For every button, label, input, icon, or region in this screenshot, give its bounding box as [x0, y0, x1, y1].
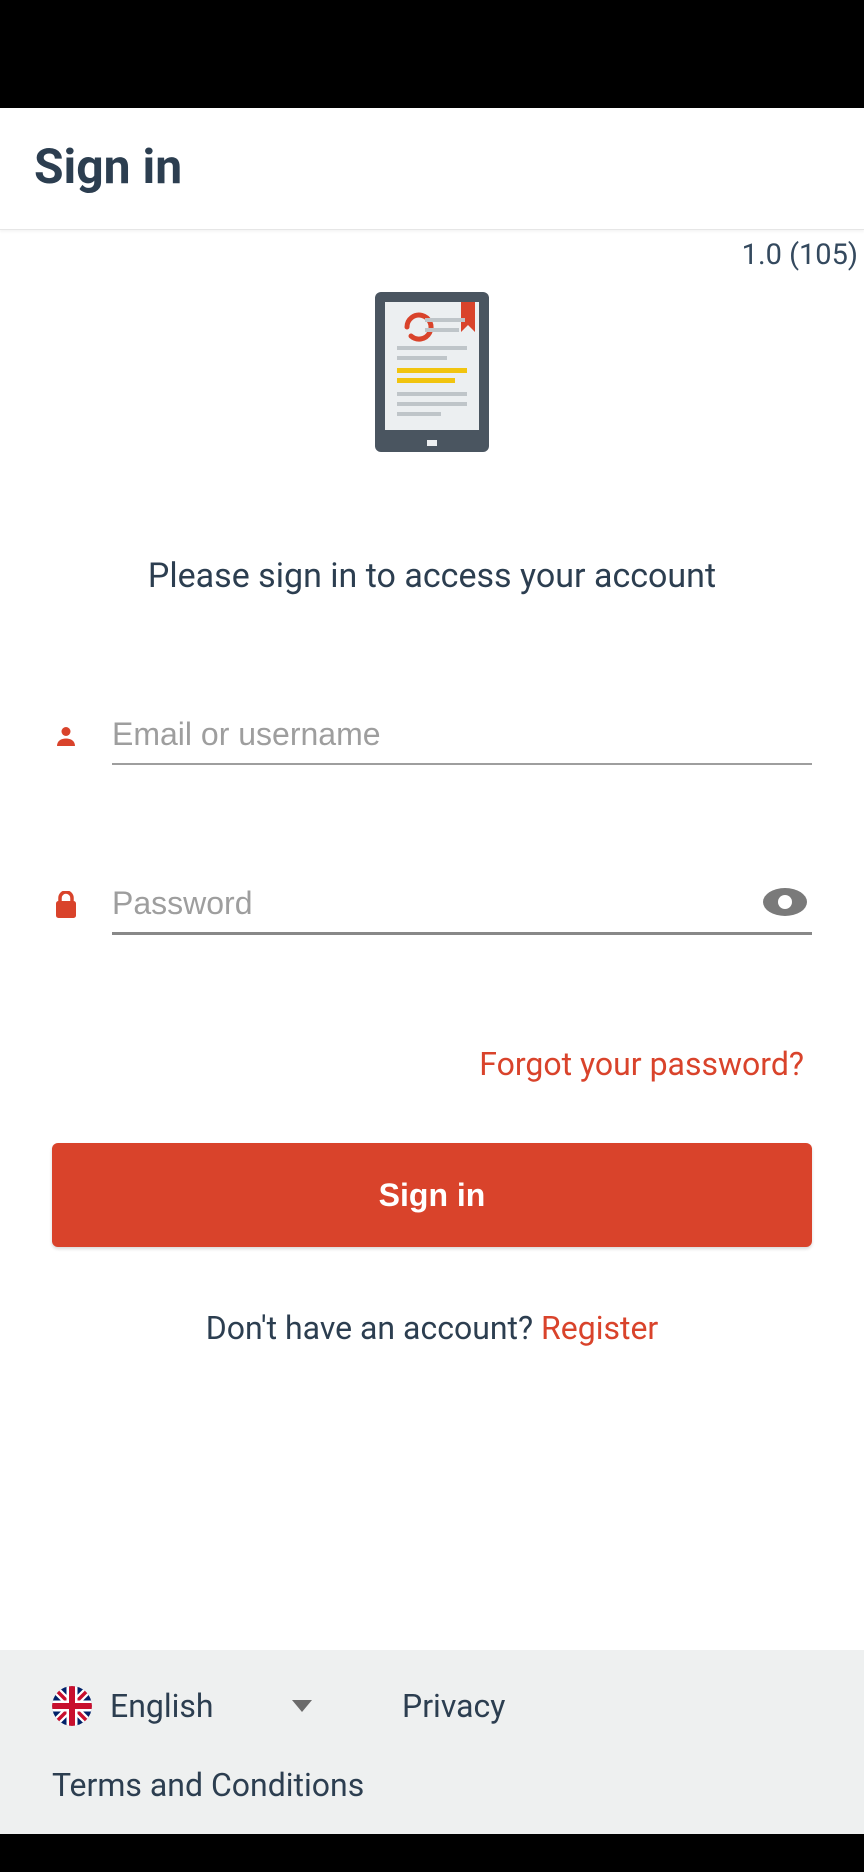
forgot-password-link[interactable]: Forgot your password? [479, 1045, 804, 1083]
app-window: Sign in 1.0 (105) [0, 108, 864, 1834]
language-label: English [110, 1687, 274, 1725]
password-input-wrapper [112, 875, 812, 935]
email-input[interactable] [112, 706, 812, 763]
eye-icon [762, 905, 808, 920]
register-prefix: Don't have an account? [206, 1309, 541, 1347]
email-field-row [52, 706, 812, 765]
form-fields: Forgot your password? Sign in Don't have… [52, 706, 812, 1347]
forgot-password-row: Forgot your password? [52, 1045, 812, 1083]
tablet-document-icon [375, 292, 489, 456]
chevron-down-icon [292, 1697, 312, 1716]
app-header: Sign in [0, 108, 864, 230]
signin-button[interactable]: Sign in [52, 1143, 812, 1247]
password-field-row [52, 875, 812, 935]
main-content: Please sign in to access your account [0, 272, 864, 1650]
privacy-link[interactable]: Privacy [402, 1687, 505, 1725]
nav-bar [0, 1834, 864, 1872]
lock-icon [52, 891, 80, 919]
person-icon [52, 724, 80, 748]
terms-link[interactable]: Terms and Conditions [52, 1766, 364, 1804]
signin-prompt: Please sign in to access your account [148, 556, 716, 596]
page-title: Sign in [34, 138, 830, 195]
footer: English Privacy Terms and Conditions [0, 1650, 864, 1834]
register-row: Don't have an account? Register [52, 1309, 812, 1347]
language-selector[interactable]: English [52, 1686, 312, 1726]
uk-flag-icon [52, 1686, 92, 1726]
app-logo [375, 292, 489, 456]
version-label: 1.0 (105) [0, 230, 864, 272]
status-bar [0, 0, 864, 108]
register-link[interactable]: Register [541, 1309, 658, 1347]
toggle-password-visibility-button[interactable] [750, 883, 812, 924]
password-input[interactable] [112, 875, 750, 932]
footer-row-1: English Privacy [52, 1686, 812, 1726]
email-input-wrapper [112, 706, 812, 765]
